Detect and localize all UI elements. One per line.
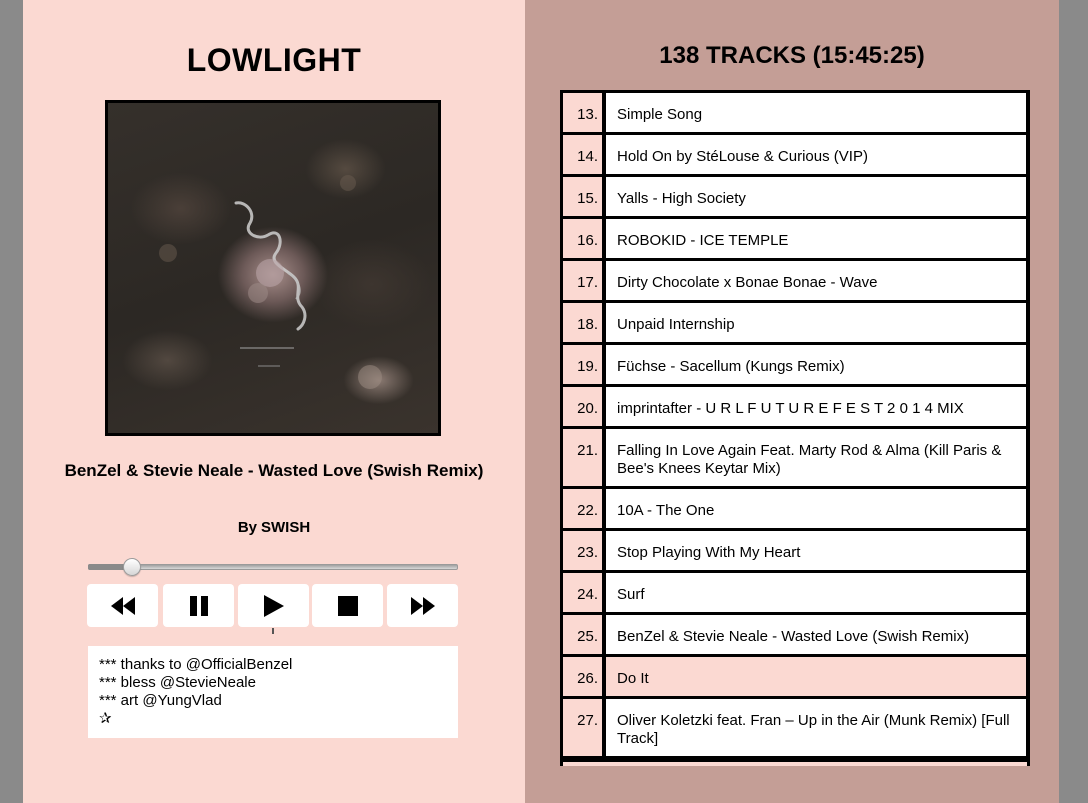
- playlist-title: LOWLIGHT: [186, 42, 362, 78]
- note-line: *** art @YungVlad: [99, 692, 222, 709]
- track-title[interactable]: Do It: [606, 657, 1026, 696]
- track-number: 15.: [563, 177, 602, 216]
- track-number: 18.: [563, 303, 602, 342]
- track-list[interactable]: 13. Simple Song 14. Hold On by StéLouse & C…: [560, 90, 1030, 766]
- track-row[interactable]: 25. BenZel & Stevie Neale - Wasted Love (…: [563, 615, 1027, 654]
- pause-icon: [189, 595, 208, 616]
- track-row[interactable]: 26. Do It: [563, 657, 1027, 696]
- track-number: 26.: [563, 657, 602, 696]
- track-number: 20.: [563, 387, 602, 426]
- note-line: ✰: [99, 710, 112, 727]
- track-title[interactable]: Stop Playing With My Heart: [606, 531, 1026, 570]
- tracklist-heading: 138 TRACKS (15:45:25): [659, 42, 925, 69]
- track-title[interactable]: 10A - The One: [606, 489, 1026, 528]
- track-title[interactable]: Oliver Koletzki feat. Fran – Up in the A…: [606, 699, 1026, 756]
- album-art[interactable]: [105, 100, 441, 436]
- now-playing-title: BenZel & Stevie Neale - Wasted Love (Swi…: [64, 461, 484, 480]
- track-row[interactable]: 14. Hold On by StéLouse & Curious (VIP): [563, 135, 1027, 174]
- tracklist-panel: 138 TRACKS (15:45:25) 13. Simple Song 14. H…: [525, 0, 1059, 803]
- fast-forward-button[interactable]: [387, 584, 458, 627]
- track-number: 25.: [563, 615, 602, 654]
- track-row[interactable]: 19. Füchse - Sacellum (Kungs Remix): [563, 345, 1027, 384]
- track-row[interactable]: 24. Surf: [563, 573, 1027, 612]
- track-title[interactable]: BenZel & Stevie Neale - Wasted Love (Swi…: [606, 615, 1026, 654]
- track-row[interactable]: 22. 10A - The One: [563, 489, 1027, 528]
- now-playing-artist-line: By SWISH: [23, 519, 525, 536]
- track-title[interactable]: imprintafter - U R L F U T U R E F E S T…: [606, 387, 1026, 426]
- progress-slider[interactable]: [88, 558, 458, 576]
- track-number: 13.: [563, 93, 602, 132]
- track-number: 22.: [563, 489, 602, 528]
- track-number: 17.: [563, 261, 602, 300]
- track-number: 21.: [563, 429, 602, 486]
- note-line: *** thanks to @OfficialBenzel: [99, 656, 293, 673]
- controls-marker: [272, 628, 274, 634]
- player-panel: LOWLIGHT BenZel & Stevie Neale - Wasted …: [23, 0, 525, 803]
- track-list-overflow: [563, 762, 1027, 766]
- track-title[interactable]: Falling In Love Again Feat. Marty Rod & …: [606, 429, 1026, 486]
- pause-button[interactable]: [163, 584, 234, 627]
- album-art-image: [159, 175, 382, 389]
- track-title[interactable]: ROBOKID - ICE TEMPLE: [606, 219, 1026, 258]
- track-title[interactable]: Füchse - Sacellum (Kungs Remix): [606, 345, 1026, 384]
- track-number: 14.: [563, 135, 602, 174]
- fast-forward-icon: [410, 596, 435, 615]
- progress-track[interactable]: [88, 564, 458, 570]
- track-row[interactable]: 23. Stop Playing With My Heart: [563, 531, 1027, 570]
- track-notes: *** thanks to @OfficialBenzel *** bless …: [88, 646, 458, 738]
- play-icon: [263, 594, 284, 617]
- track-row[interactable]: 20. imprintafter - U R L F U T U R E F E …: [563, 387, 1027, 426]
- track-number: 23.: [563, 531, 602, 570]
- playback-controls: [87, 584, 459, 628]
- track-title[interactable]: Dirty Chocolate x Bonae Bonae - Wave: [606, 261, 1026, 300]
- stop-button[interactable]: [312, 584, 383, 627]
- track-row[interactable]: 15. Yalls - High Society: [563, 177, 1027, 216]
- track-row[interactable]: 21. Falling In Love Again Feat. Marty Rod…: [563, 429, 1027, 486]
- track-row[interactable]: 13. Simple Song: [563, 93, 1027, 132]
- track-number: 24.: [563, 573, 602, 612]
- track-number: 27.: [563, 699, 602, 756]
- track-title[interactable]: Unpaid Internship: [606, 303, 1026, 342]
- track-title[interactable]: Surf: [606, 573, 1026, 612]
- track-number: 16.: [563, 219, 602, 258]
- track-title[interactable]: Yalls - High Society: [606, 177, 1026, 216]
- track-number: 19.: [563, 345, 602, 384]
- track-row[interactable]: 16. ROBOKID - ICE TEMPLE: [563, 219, 1027, 258]
- progress-thumb[interactable]: [123, 558, 142, 576]
- play-button[interactable]: [238, 584, 309, 627]
- stop-icon: [337, 595, 358, 616]
- rewind-icon: [110, 596, 135, 615]
- track-row[interactable]: 27. Oliver Koletzki feat. Fran – Up in th…: [563, 699, 1027, 756]
- by-label: By: [237, 519, 257, 536]
- rewind-button[interactable]: [87, 584, 158, 627]
- track-title[interactable]: Simple Song: [606, 93, 1026, 132]
- track-row[interactable]: 18. Unpaid Internship: [563, 303, 1027, 342]
- track-row[interactable]: 17. Dirty Chocolate x Bonae Bonae - Wave: [563, 261, 1027, 300]
- track-title[interactable]: Hold On by StéLouse & Curious (VIP): [606, 135, 1026, 174]
- note-line: *** bless @StevieNeale: [99, 674, 256, 691]
- now-playing-artist[interactable]: SWISH: [261, 519, 310, 536]
